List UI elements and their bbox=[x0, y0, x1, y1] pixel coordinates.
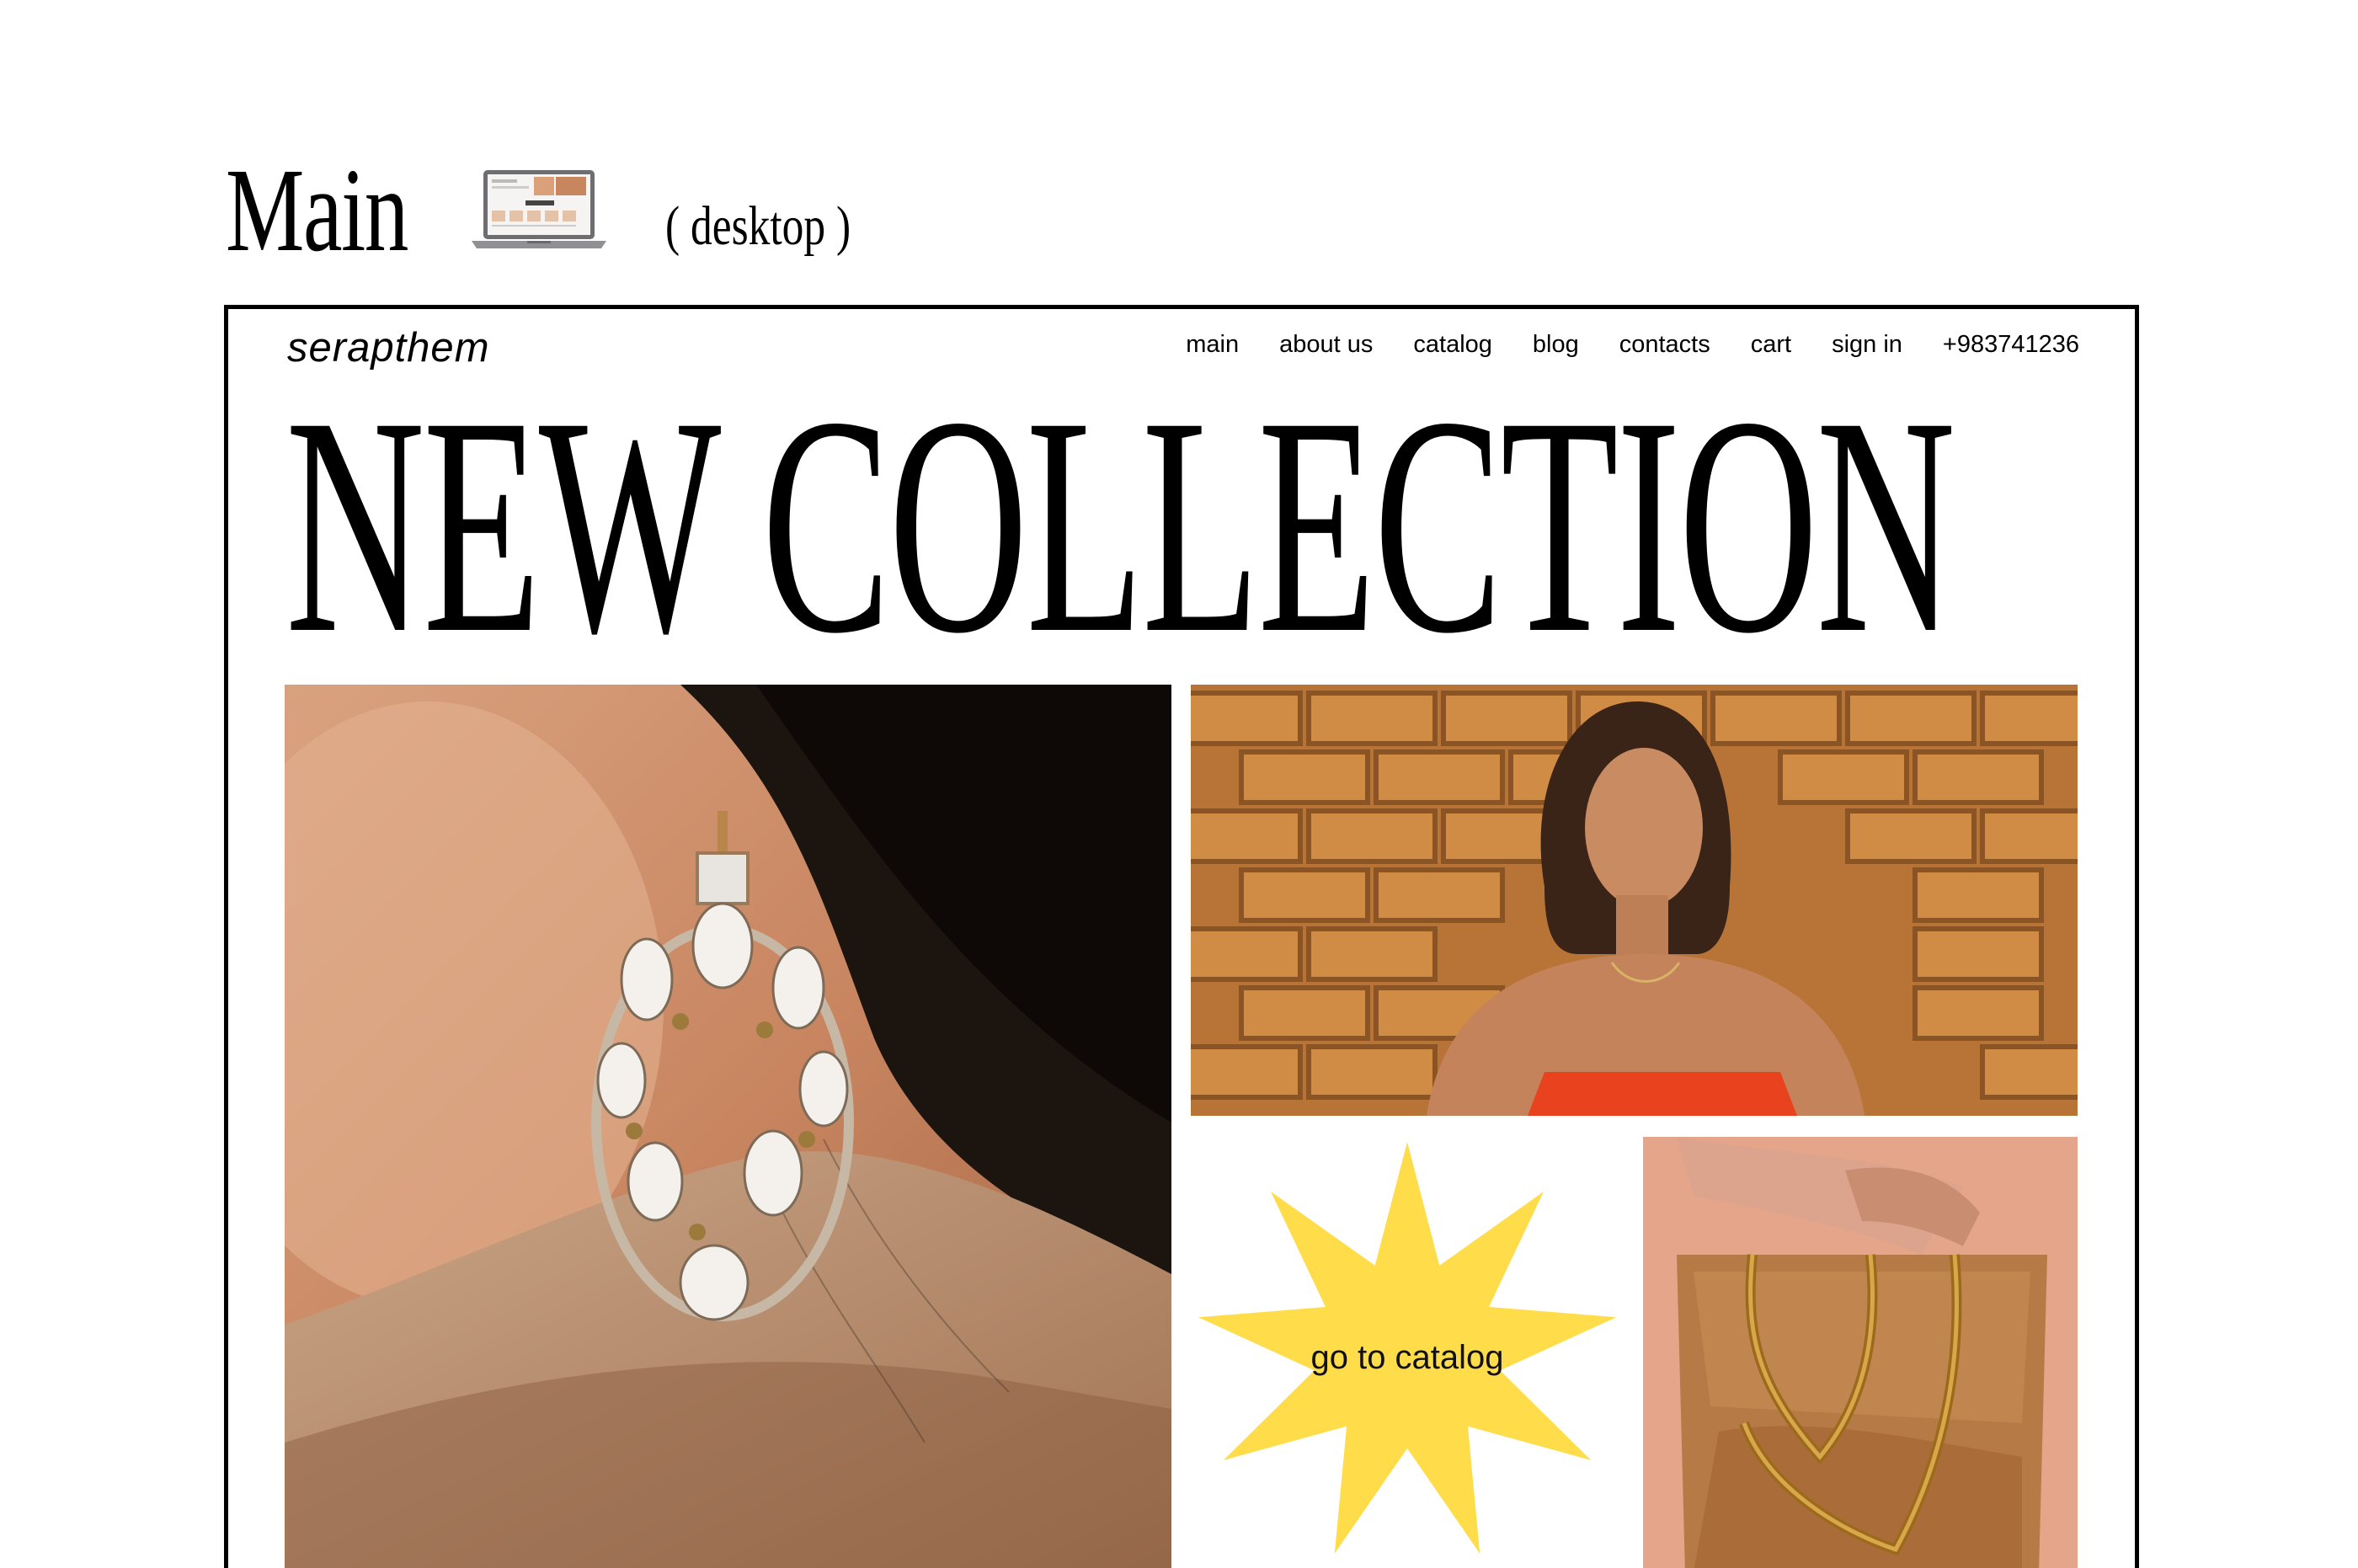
presentation-title: Main bbox=[226, 143, 408, 276]
earring-closeup-photo bbox=[285, 685, 1171, 1568]
go-to-catalog-label: go to catalog bbox=[1310, 1339, 1504, 1376]
presentation-subtitle: ( desktop ) bbox=[665, 195, 851, 257]
chain-necklace-on-stone-photo bbox=[1643, 1137, 2078, 1568]
hero-headline: NEW COLLECTION bbox=[285, 353, 1955, 698]
laptop-icon bbox=[472, 168, 606, 251]
go-to-catalog-button[interactable]: go to catalog bbox=[1192, 1137, 1622, 1568]
woman-brick-wall-photo bbox=[1191, 685, 2078, 1116]
nav-phone[interactable]: +983741236 bbox=[1943, 331, 2079, 359]
desktop-mockup-frame: serapthem main about us catalog blog con… bbox=[224, 305, 2139, 1568]
